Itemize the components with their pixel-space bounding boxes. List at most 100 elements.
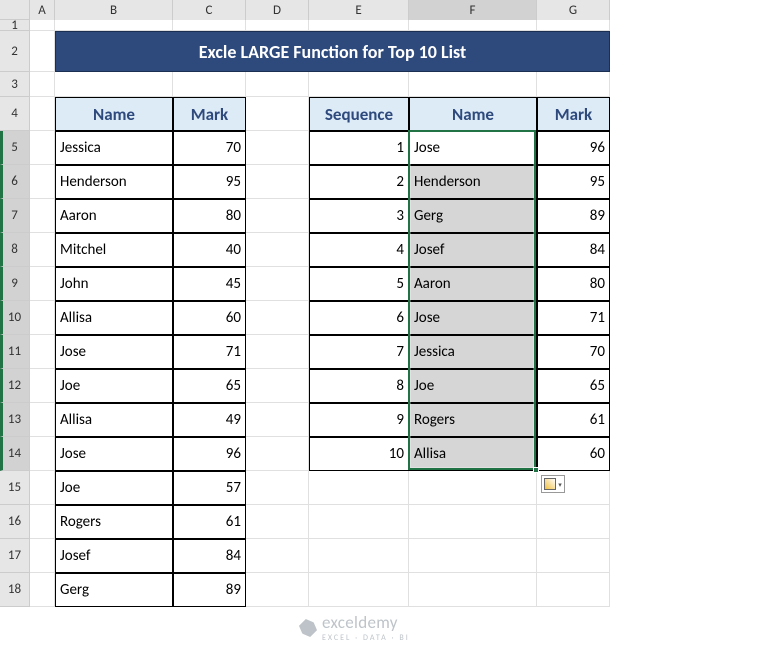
left-mark-row[interactable]: 71 [173, 335, 246, 369]
right-name-row[interactable]: Jessica [409, 335, 537, 369]
right-header-mark[interactable]: Mark [537, 97, 610, 131]
row-header-13[interactable]: 13 [0, 403, 30, 437]
row-header-10[interactable]: 10 [0, 301, 30, 335]
row-header-15[interactable]: 15 [0, 471, 30, 505]
right-name-row[interactable]: Gerg [409, 199, 537, 233]
left-header-mark[interactable]: Mark [173, 97, 246, 131]
cell-E17[interactable] [309, 539, 409, 573]
cell-D17[interactable] [246, 539, 309, 573]
right-header-seq[interactable]: Sequence [309, 97, 409, 131]
col-header-B[interactable]: B [55, 0, 173, 20]
right-mark-row[interactable]: 61 [537, 403, 610, 437]
left-mark-row[interactable]: 57 [173, 471, 246, 505]
row-header-11[interactable]: 11 [0, 335, 30, 369]
left-mark-row[interactable]: 40 [173, 233, 246, 267]
cell-A17[interactable] [30, 539, 55, 573]
cell-D13[interactable] [246, 403, 309, 437]
right-seq-row[interactable]: 4 [309, 233, 409, 267]
right-name-row[interactable]: Henderson [409, 165, 537, 199]
cell-F1[interactable] [409, 20, 537, 31]
right-seq-row[interactable]: 5 [309, 267, 409, 301]
left-name-row[interactable]: John [55, 267, 173, 301]
left-name-row[interactable]: Jose [55, 335, 173, 369]
cell-D3[interactable] [246, 72, 309, 97]
cell-A15[interactable] [30, 471, 55, 505]
cell-D14[interactable] [246, 437, 309, 471]
title-cell[interactable]: Excle LARGE Function for Top 10 List [55, 31, 610, 72]
right-name-row[interactable]: Jose [409, 301, 537, 335]
col-header-E[interactable]: E [309, 0, 409, 20]
cell-D6[interactable] [246, 165, 309, 199]
right-seq-row[interactable]: 7 [309, 335, 409, 369]
cell-A12[interactable] [30, 369, 55, 403]
cell-A7[interactable] [30, 199, 55, 233]
col-header-C[interactable]: C [173, 0, 246, 20]
right-mark-row[interactable]: 60 [537, 437, 610, 471]
cell-D12[interactable] [246, 369, 309, 403]
left-name-row[interactable]: Jose [55, 437, 173, 471]
left-mark-row[interactable]: 65 [173, 369, 246, 403]
right-seq-row[interactable]: 1 [309, 131, 409, 165]
right-seq-row[interactable]: 3 [309, 199, 409, 233]
cell-D15[interactable] [246, 471, 309, 505]
left-name-row[interactable]: Joe [55, 369, 173, 403]
cell-F17[interactable] [409, 539, 537, 573]
row-header-17[interactable]: 17 [0, 539, 30, 573]
cell-F3[interactable] [409, 72, 537, 97]
right-name-row[interactable]: Joe [409, 369, 537, 403]
right-name-row[interactable]: Jose [409, 131, 537, 165]
col-header-D[interactable]: D [246, 0, 309, 20]
cell-D18[interactable] [246, 573, 309, 607]
cell-F18[interactable] [409, 573, 537, 607]
row-header-7[interactable]: 7 [0, 199, 30, 233]
cell-E16[interactable] [309, 505, 409, 539]
right-mark-row[interactable]: 95 [537, 165, 610, 199]
right-mark-row[interactable]: 84 [537, 233, 610, 267]
cell-G17[interactable] [537, 539, 610, 573]
right-mark-row[interactable]: 65 [537, 369, 610, 403]
cell-G16[interactable] [537, 505, 610, 539]
cell-C3[interactable] [173, 72, 246, 97]
cell-D11[interactable] [246, 335, 309, 369]
left-mark-row[interactable]: 45 [173, 267, 246, 301]
cell-E3[interactable] [309, 72, 409, 97]
left-name-row[interactable]: Rogers [55, 505, 173, 539]
cell-A16[interactable] [30, 505, 55, 539]
cell-A11[interactable] [30, 335, 55, 369]
left-name-row[interactable]: Allisa [55, 403, 173, 437]
spreadsheet-grid[interactable]: ABCDEFG 123456789101112131415161718 Excl… [0, 0, 768, 655]
row-header-4[interactable]: 4 [0, 97, 30, 131]
left-mark-row[interactable]: 89 [173, 573, 246, 607]
right-mark-row[interactable]: 96 [537, 131, 610, 165]
cell-D8[interactable] [246, 233, 309, 267]
left-name-row[interactable]: Joe [55, 471, 173, 505]
right-name-row[interactable]: Aaron [409, 267, 537, 301]
cell-G1[interactable] [537, 20, 610, 31]
cell-A10[interactable] [30, 301, 55, 335]
cell-B1[interactable] [55, 20, 173, 31]
right-seq-row[interactable]: 9 [309, 403, 409, 437]
cell-D16[interactable] [246, 505, 309, 539]
cell-A18[interactable] [30, 573, 55, 607]
cell-D7[interactable] [246, 199, 309, 233]
row-header-12[interactable]: 12 [0, 369, 30, 403]
right-name-row[interactable]: Rogers [409, 403, 537, 437]
left-mark-row[interactable]: 61 [173, 505, 246, 539]
row-header-2[interactable]: 2 [0, 31, 30, 72]
row-header-14[interactable]: 14 [0, 437, 30, 471]
cell-D9[interactable] [246, 267, 309, 301]
cell-C1[interactable] [173, 20, 246, 31]
paste-options-button[interactable] [541, 475, 565, 493]
left-mark-row[interactable]: 60 [173, 301, 246, 335]
left-mark-row[interactable]: 95 [173, 165, 246, 199]
left-name-row[interactable]: Gerg [55, 573, 173, 607]
left-name-row[interactable]: Josef [55, 539, 173, 573]
cell-A14[interactable] [30, 437, 55, 471]
cell-A3[interactable] [30, 72, 55, 97]
cell-A2[interactable] [30, 31, 55, 72]
right-name-row[interactable]: Josef [409, 233, 537, 267]
left-mark-row[interactable]: 80 [173, 199, 246, 233]
left-mark-row[interactable]: 96 [173, 437, 246, 471]
cell-F16[interactable] [409, 505, 537, 539]
cell-A5[interactable] [30, 131, 55, 165]
